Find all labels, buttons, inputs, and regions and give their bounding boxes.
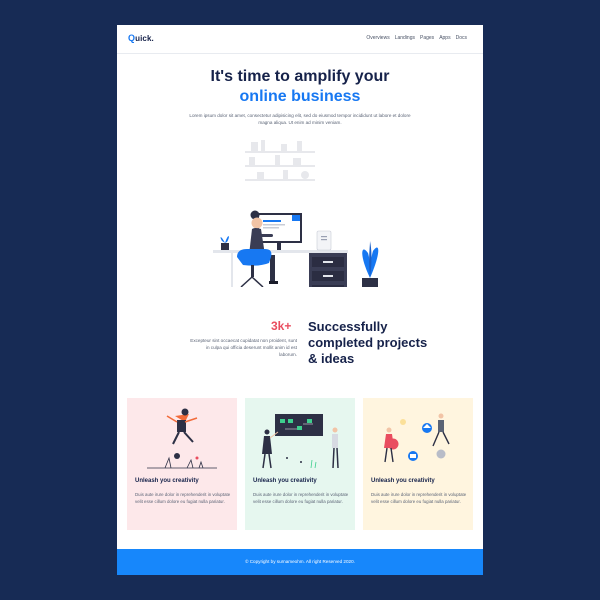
presentation-board-illustration [262,414,339,469]
card-title: Unleash you creativity [135,478,199,484]
feature-card-1[interactable]: Unleash you creativity Duis aute irure d… [127,398,237,530]
landing-page: Quick. Overviews Landings Pages Apps Doc… [117,25,483,575]
nav-item-docs[interactable]: Docs [456,35,467,41]
drawer-cabinet-illustration [309,253,347,287]
shelves-illustration [245,140,315,181]
stats-title: Successfully completed projects & ideas [308,319,428,366]
nav-item-landings[interactable]: Landings [395,35,415,41]
hero-title: It's time to amplify your [210,68,390,85]
stats-number: 3k+ [271,319,292,333]
card-text: Duis aute irure dolor in reprehenderit i… [135,492,231,504]
hero-description: Lorem ipsum dolor sit amet, consectetur … [189,113,411,125]
site-header: Quick. Overviews Landings Pages Apps Doc… [117,25,483,54]
site-footer: © Copyright by surnameohm. All right Res… [117,549,483,575]
social-people-illustration [384,413,450,463]
card-text: Duis aute irure dolor in reprehenderit i… [253,492,349,504]
small-plant-illustration [220,236,229,250]
feature-card-3[interactable]: Unleash you creativity Duis aute irure d… [363,398,473,530]
logo[interactable]: Quick. [128,33,154,43]
jumping-person-illustration [147,408,217,469]
logo-mark: Q [128,33,136,43]
hero-illustration [213,140,379,287]
nav-item-pages[interactable]: Pages [420,35,434,41]
nav-item-overviews[interactable]: Overviews [366,35,389,41]
monitor-illustration [257,213,302,250]
logo-text: uick. [135,33,154,43]
desk-illustration [213,250,348,253]
feature-card-2[interactable]: Unleash you creativity Duis aute irure d… [245,398,355,530]
main-nav: Overviews Landings Pages Apps Docs [366,35,467,41]
hero-title-highlight: online business [239,88,361,105]
stats-description: Excepteur sint occaecat cupidatat non pr… [190,338,297,357]
card-title: Unleash you creativity [371,478,435,484]
copyright-text: © Copyright by surnameohm. All right Res… [245,559,355,564]
chair-illustration [237,249,272,287]
card-title: Unleash you creativity [253,478,317,484]
tall-plant-illustration [362,241,379,287]
card-text: Duis aute irure dolor in reprehenderit i… [371,492,467,504]
nav-item-apps[interactable]: Apps [439,35,450,41]
